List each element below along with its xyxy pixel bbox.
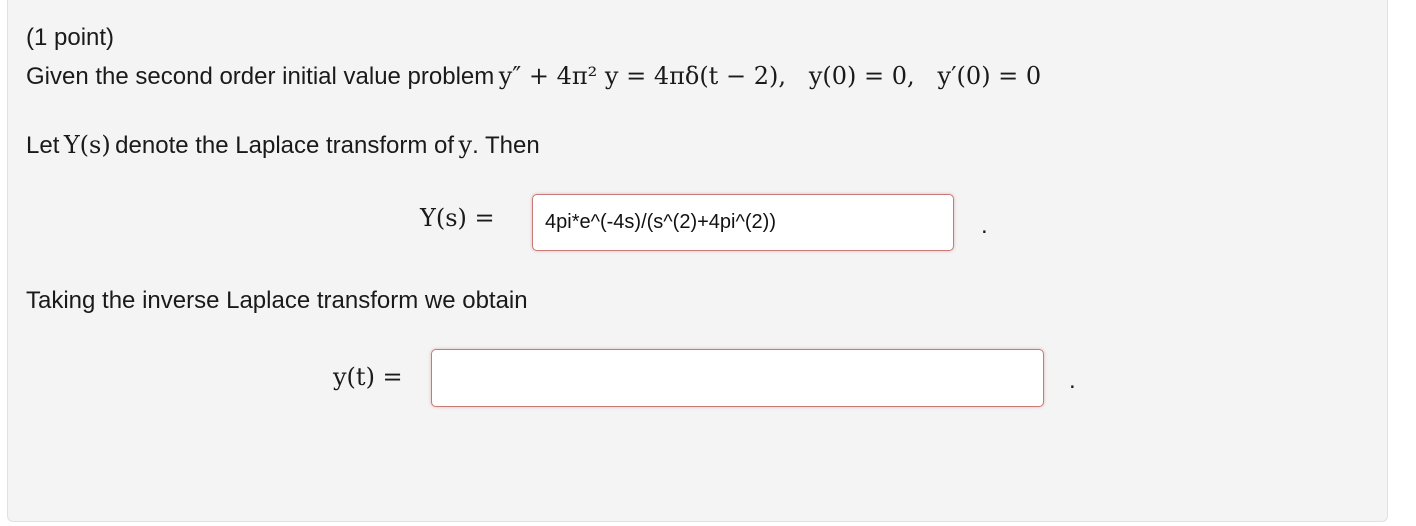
Ys-equals-label: Y(s) =: [420, 204, 495, 232]
laplace-sentence: Let Y(s) denote the Laplace transform of…: [26, 131, 540, 160]
Ys-symbol: Y(s): [63, 131, 111, 159]
problem-statement: Given the second order initial value pro…: [26, 62, 1041, 91]
yt-answer-input[interactable]: [431, 349, 1044, 407]
points-label: (1 point): [26, 24, 115, 51]
y-symbol: y: [458, 131, 473, 159]
inverse-transform-text: Taking the inverse Laplace transform we …: [26, 287, 528, 314]
yt-period: .: [1069, 367, 1076, 394]
problem-intro: Given the second order initial value pro…: [26, 63, 495, 90]
yt-equals-label: y(t) =: [333, 363, 403, 391]
then-text: . Then: [472, 132, 540, 159]
let-word: Let: [26, 132, 60, 159]
problem-panel: (1 point) Given the second order initial…: [7, 0, 1388, 522]
Ys-period: .: [981, 212, 988, 239]
laplace-middle-text: denote the Laplace transform of: [115, 132, 455, 159]
problem-equation: y″ + 4π² y = 4πδ(t − 2), y(0) = 0, y′(0)…: [498, 62, 1042, 90]
Ys-answer-input[interactable]: 4pi*e^(-4s)/(s^(2)+4pi^(2)): [532, 194, 954, 251]
